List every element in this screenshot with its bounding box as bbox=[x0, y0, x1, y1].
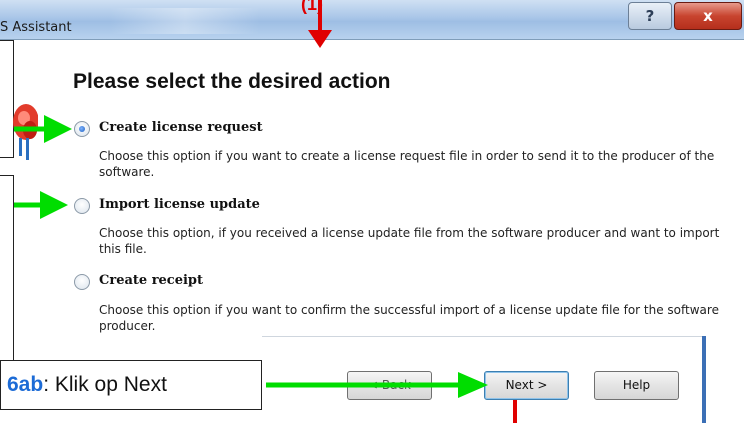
radio-create-license-request[interactable] bbox=[74, 121, 90, 137]
window-right-border bbox=[702, 336, 706, 423]
side-annotation-box-bottom bbox=[0, 175, 14, 365]
option-description: Choose this option, if you received a li… bbox=[99, 226, 720, 256]
radio-create-receipt[interactable] bbox=[74, 274, 90, 290]
window-title: S Assistant bbox=[0, 20, 72, 35]
app-logo-icon bbox=[0, 82, 38, 167]
close-button[interactable]: x bbox=[674, 2, 742, 30]
next-button[interactable]: Next > bbox=[484, 371, 569, 400]
title-bar-blur bbox=[110, 8, 260, 34]
option-description: Choose this option if you want to confir… bbox=[99, 303, 719, 333]
button-separator bbox=[262, 336, 706, 337]
option-label: Create receipt bbox=[99, 273, 204, 288]
help-titlebar-button[interactable]: ? bbox=[628, 2, 672, 30]
option-label: Create license request bbox=[99, 120, 263, 135]
back-button[interactable]: < Back bbox=[347, 371, 432, 400]
option-label: Import license update bbox=[99, 197, 260, 212]
callout-step-id: 6ab bbox=[7, 373, 44, 396]
green-arrow-option-2 bbox=[14, 191, 68, 219]
annotation-step-label: (1) bbox=[301, 0, 323, 14]
help-button[interactable]: Help bbox=[594, 371, 679, 400]
instruction-callout: 6ab: Klik op Next bbox=[0, 360, 262, 410]
callout-text: : Klik op Next bbox=[43, 373, 167, 396]
radio-import-license-update[interactable] bbox=[74, 198, 90, 214]
page-title: Please select the desired action bbox=[73, 70, 391, 93]
option-description: Choose this option if you want to create… bbox=[99, 149, 715, 179]
title-bar: S Assistant ? x bbox=[0, 0, 744, 40]
